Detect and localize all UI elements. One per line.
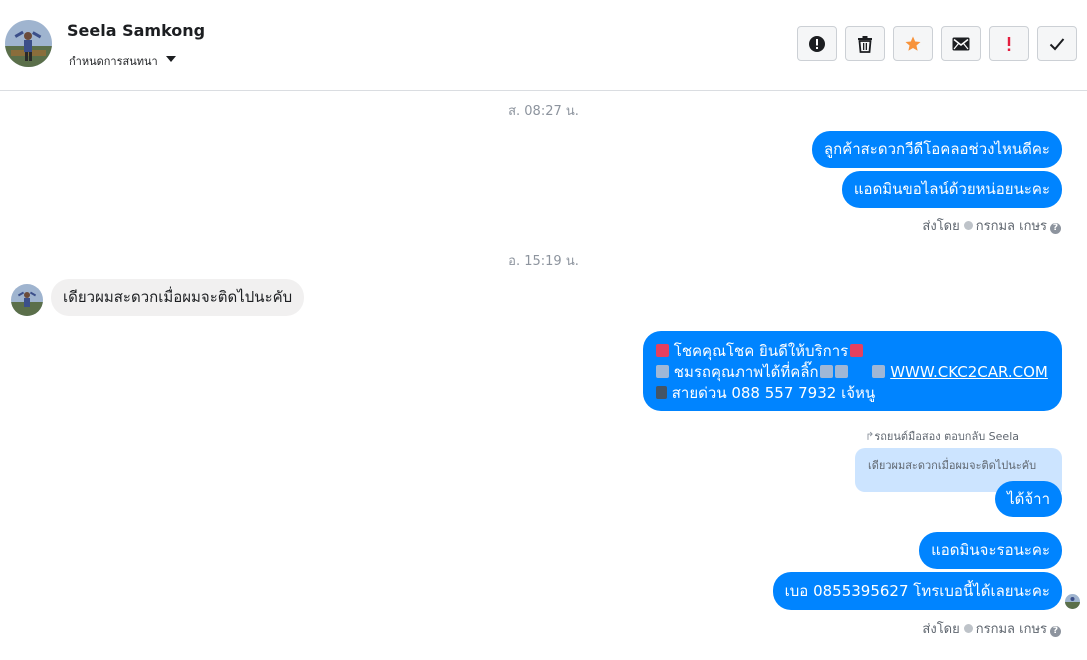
promo-line-3: สายด่วน 088 557 7932 เจ้หนู xyxy=(671,384,876,402)
contact-avatar[interactable] xyxy=(5,20,52,67)
mobile-phone-emoji-icon xyxy=(656,386,667,399)
sender-name[interactable]: กรกมล เกษร xyxy=(976,219,1047,234)
follow-up-button[interactable] xyxy=(989,26,1029,61)
verified-icon xyxy=(963,221,973,230)
verified-icon xyxy=(963,624,973,633)
promo-line-1: โชคคุณโชค ยินดีให้บริการ xyxy=(673,342,849,360)
star-icon xyxy=(905,36,921,51)
help-icon[interactable]: ? xyxy=(1050,223,1061,234)
exclamation-icon xyxy=(1007,36,1011,51)
seen-avatar xyxy=(1065,594,1080,609)
play-button-emoji-icon xyxy=(656,365,669,378)
outgoing-message[interactable]: ลูกค้าสะดวกวีดีโอคลอช่วงไหนดีคะ xyxy=(811,131,1062,168)
reply-arrow-icon: ↱ xyxy=(865,430,875,443)
trash-icon xyxy=(858,35,872,53)
sent-by-prefix: ส่งโดย xyxy=(922,622,960,637)
outgoing-message[interactable]: แอดมินจะรอนะคะ xyxy=(919,532,1062,569)
delete-button[interactable] xyxy=(845,26,885,61)
help-icon[interactable]: ? xyxy=(1050,626,1061,637)
conversation-header: Seela Samkong กำหนดการสนทนา xyxy=(0,0,1087,91)
envelope-icon xyxy=(952,37,970,50)
outgoing-message[interactable]: ได้จ้าา xyxy=(995,481,1062,517)
sparkle-emoji-icon xyxy=(656,344,669,357)
reply-context-text: รถยนต์มือสอง ตอบกลับ Seela xyxy=(874,430,1019,443)
promo-line-2: ชมรถคุณภาพได้ที่คลิ๊ก xyxy=(673,363,819,381)
outgoing-message[interactable]: แอดมินขอไลน์ด้วยหน่อยนะคะ xyxy=(841,171,1062,208)
down-arrow-emoji-icon xyxy=(834,365,848,378)
sent-by-label: ส่งโดย กรกมล เกษร? xyxy=(922,618,1061,639)
assign-conversation-label[interactable]: กำหนดการสนทนา xyxy=(69,52,158,70)
sender-avatar[interactable] xyxy=(11,284,43,316)
sparkle-emoji-icon xyxy=(850,344,864,357)
star-button[interactable] xyxy=(893,26,933,61)
check-icon xyxy=(1049,37,1065,50)
timestamp: อ. 15:19 น. xyxy=(508,254,579,269)
promo-message[interactable]: โชคคุณโชค ยินดีให้บริการ ชมรถคุณภาพได้ที… xyxy=(643,331,1062,411)
mark-unread-button[interactable] xyxy=(941,26,981,61)
alert-circle-icon xyxy=(809,35,825,52)
outgoing-message[interactable]: เบอ 0855395627 โทรเบอนี้ได้เลยนะคะ xyxy=(772,572,1062,610)
done-button[interactable] xyxy=(1037,26,1077,61)
caret-down-icon[interactable] xyxy=(166,56,176,62)
contact-name[interactable]: Seela Samkong xyxy=(67,21,205,40)
promo-link[interactable]: WWW.CKC2CAR.COM xyxy=(890,363,1048,381)
mark-spam-button[interactable] xyxy=(797,26,837,61)
play-button-emoji-icon xyxy=(872,365,886,378)
timestamp: ส. 08:27 น. xyxy=(508,104,579,119)
reply-context: ↱รถยนต์มือสอง ตอบกลับ Seela xyxy=(865,427,1019,445)
incoming-message[interactable]: เดียวผมสะดวกเมื่อผมจะติดไปนะคับ xyxy=(51,279,305,316)
sent-by-prefix: ส่งโดย xyxy=(922,219,960,234)
sent-by-label: ส่งโดย กรกมล เกษร? xyxy=(922,215,1061,236)
sender-name[interactable]: กรกมล เกษร xyxy=(976,622,1047,637)
down-arrow-emoji-icon xyxy=(819,365,833,378)
